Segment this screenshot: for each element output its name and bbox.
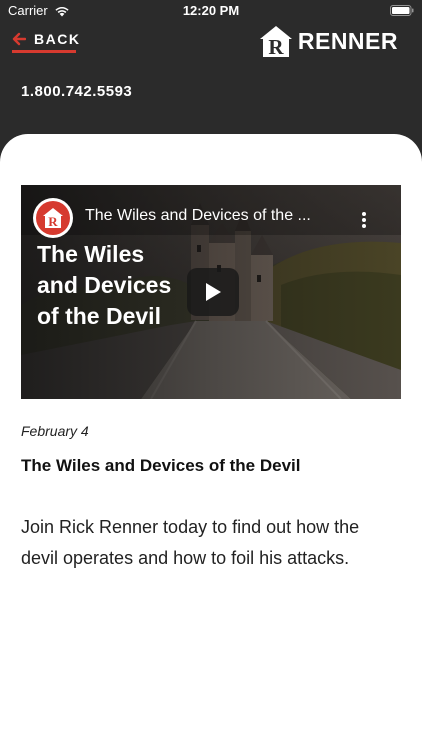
battery-icon bbox=[390, 5, 414, 16]
arrow-left-icon bbox=[12, 32, 26, 46]
post-title: The Wiles and Devices of the Devil bbox=[21, 456, 301, 475]
channel-avatar[interactable]: R bbox=[33, 198, 73, 238]
thumbnail-heading: The Wiles and Devices of the Devil bbox=[37, 239, 171, 332]
status-time: 12:20 PM bbox=[182, 3, 240, 18]
logo-letter: R bbox=[268, 35, 284, 58]
channel-letter: R bbox=[48, 214, 58, 229]
video-player[interactable]: R The Wiles and Devices of the ... The W… bbox=[21, 185, 401, 399]
content-card: R The Wiles and Devices of the ... The W… bbox=[0, 134, 422, 750]
thumbnail-heading-line: and Devices bbox=[37, 272, 172, 298]
post-body: Join Rick Renner today to find out how t… bbox=[21, 517, 360, 568]
channel-logo-icon: R bbox=[43, 208, 63, 229]
more-vertical-icon[interactable] bbox=[361, 211, 367, 229]
video-title[interactable]: The Wiles and Devices of the ... bbox=[85, 207, 355, 225]
back-button[interactable]: BACK bbox=[12, 31, 80, 47]
thumbnail-heading-line: of the Devil bbox=[37, 303, 161, 329]
logo-wordmark: RENNER bbox=[297, 28, 398, 54]
thumbnail-heading-line: The Wiles bbox=[37, 241, 145, 267]
back-underline bbox=[12, 50, 76, 53]
status-bar: Carrier 12:20 PM bbox=[0, 0, 422, 22]
house-r-logo-icon: R bbox=[259, 26, 292, 58]
renner-logo: R RENNER bbox=[259, 25, 398, 58]
back-label: BACK bbox=[34, 31, 81, 47]
post-date: February 4 bbox=[21, 423, 89, 439]
play-icon bbox=[206, 283, 221, 301]
channel-avatar-inner: R bbox=[36, 201, 70, 235]
play-button[interactable] bbox=[187, 268, 239, 316]
phone-link[interactable]: 1.800.742.5593 bbox=[21, 83, 132, 100]
app-screen: Carrier 12:20 PM BACK R RENNER 1.800.742… bbox=[0, 0, 422, 750]
